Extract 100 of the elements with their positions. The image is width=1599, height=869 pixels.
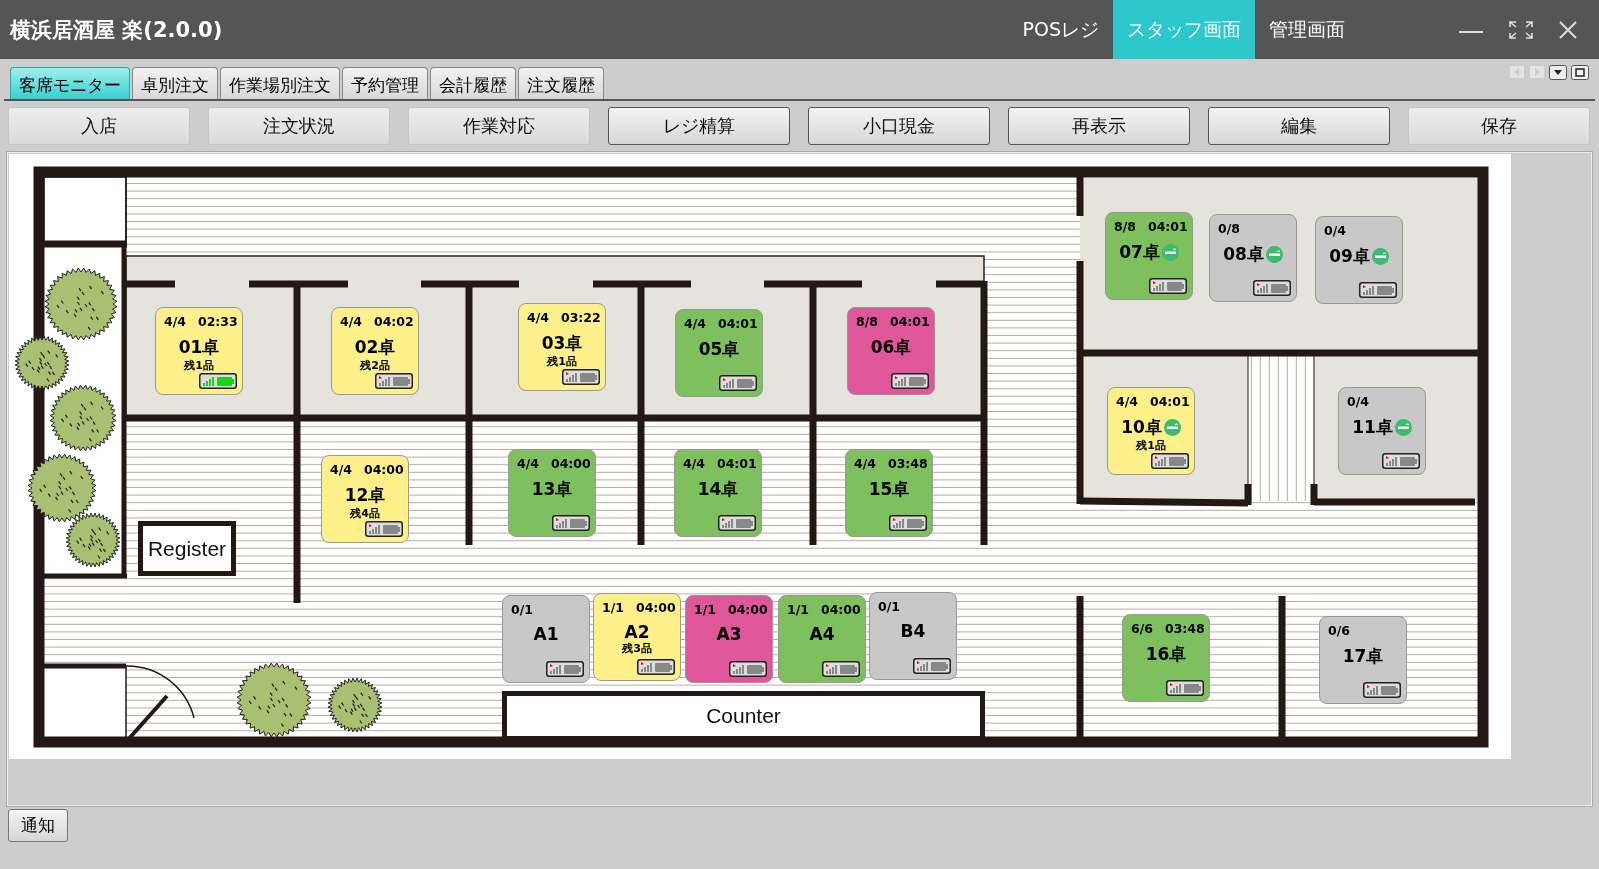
tab[interactable]: 客席モニター xyxy=(10,67,130,99)
table-name: 17卓 xyxy=(1342,645,1384,668)
tab[interactable]: 会計履歴 xyxy=(430,67,516,99)
elapsed-time: 04:00 xyxy=(363,461,404,477)
remaining-items: 残1品 xyxy=(1136,439,1166,453)
table-card[interactable]: 1/1 04:00 A3 xyxy=(685,595,773,683)
guest-count: 0/4 xyxy=(1324,222,1346,238)
table-card[interactable]: 4/4 04:01 10卓 残1品 xyxy=(1107,387,1195,475)
table-name: 16卓 xyxy=(1145,643,1187,666)
elapsed-time: 02:33 xyxy=(197,313,238,329)
tab[interactable]: 予約管理 xyxy=(342,67,428,99)
guest-count: 8/8 xyxy=(856,313,878,329)
nav-tab[interactable]: POSレジ xyxy=(1008,0,1113,59)
table-card[interactable]: 0/6 17卓 xyxy=(1319,616,1407,704)
toolbar-button[interactable]: 編集 xyxy=(1208,107,1390,145)
guest-count: 1/1 xyxy=(787,601,809,617)
table-name: 01卓 xyxy=(178,336,220,359)
table-name: 05卓 xyxy=(698,338,740,361)
guest-count: 0/1 xyxy=(878,598,900,614)
guest-count: 4/4 xyxy=(1116,393,1138,409)
guest-count: 0/8 xyxy=(1218,220,1240,236)
table-name: 12卓 xyxy=(344,484,386,507)
elapsed-time: 03:48 xyxy=(1164,620,1205,636)
toolbar-button[interactable]: レジ精算 xyxy=(608,107,790,145)
elapsed-time: 03:22 xyxy=(560,309,601,325)
elapsed-time: 04:00 xyxy=(727,601,768,617)
tab[interactable]: 作業場別注文 xyxy=(220,67,340,99)
table-name: 10卓 xyxy=(1121,416,1162,439)
table-name: 03卓 xyxy=(541,332,583,355)
register-area: Register xyxy=(138,521,236,576)
table-name: 06卓 xyxy=(870,336,912,359)
table-card[interactable]: 4/4 04:02 02卓 残2品 xyxy=(331,307,419,395)
table-card[interactable]: 0/4 11卓 xyxy=(1338,387,1426,475)
guest-count: 0/6 xyxy=(1328,622,1350,638)
maximize-icon[interactable] xyxy=(1509,20,1533,39)
toolbar-button[interactable]: 再表示 xyxy=(1008,107,1190,145)
elapsed-time: 04:02 xyxy=(373,313,414,329)
guest-count: 4/4 xyxy=(517,455,539,471)
remaining-items: 残1品 xyxy=(184,359,214,373)
table-name: 08卓 xyxy=(1223,243,1264,266)
table-card[interactable]: 6/6 03:48 16卓 xyxy=(1122,614,1210,702)
remaining-items: 残2品 xyxy=(360,359,390,373)
guest-count: 0/1 xyxy=(511,601,533,617)
table-card[interactable]: 4/4 04:01 14卓 xyxy=(674,449,762,537)
guest-count: 4/4 xyxy=(854,455,876,471)
guest-count: 4/4 xyxy=(164,313,186,329)
guest-count: 4/4 xyxy=(330,461,352,477)
table-card[interactable]: 8/8 04:01 06卓 xyxy=(847,307,935,395)
table-name: A2 xyxy=(624,622,650,642)
table-card[interactable]: 0/4 09卓 xyxy=(1315,216,1403,304)
table-name: A4 xyxy=(809,624,835,644)
elapsed-time: 04:01 xyxy=(889,313,930,329)
notification-button[interactable]: 通知 xyxy=(8,809,68,842)
guest-count: 4/4 xyxy=(340,313,362,329)
remaining-items: 残4品 xyxy=(350,507,380,521)
table-card[interactable]: 4/4 02:33 01卓 残1品 xyxy=(155,307,243,395)
table-name: 09卓 xyxy=(1329,245,1370,268)
table-name: 11卓 xyxy=(1352,416,1393,439)
table-name: 02卓 xyxy=(354,336,396,359)
remaining-items: 残3品 xyxy=(622,642,652,656)
table-card[interactable]: 4/4 04:00 12卓 残4品 xyxy=(321,455,409,543)
table-card[interactable]: 4/4 03:22 03卓 残1品 xyxy=(518,303,606,391)
guest-count: 1/1 xyxy=(694,601,716,617)
table-card[interactable]: 0/1 B4 xyxy=(869,592,957,680)
guest-count: 6/6 xyxy=(1131,620,1153,636)
window-icon[interactable] xyxy=(1571,65,1589,80)
window-title: 横浜居酒屋 楽(2.0.0) xyxy=(8,16,224,44)
table-name: B4 xyxy=(900,621,926,641)
remaining-items: 残1品 xyxy=(547,355,577,369)
table-card[interactable]: 0/1 A1 xyxy=(502,595,590,683)
nav-tab[interactable]: 管理画面 xyxy=(1255,0,1359,59)
tab[interactable]: 卓別注文 xyxy=(132,67,218,99)
elapsed-time: 04:01 xyxy=(1147,218,1188,234)
elapsed-time: 04:01 xyxy=(716,455,757,471)
guest-count: 0/4 xyxy=(1347,393,1369,409)
guest-count: 4/4 xyxy=(683,455,705,471)
elapsed-time: 04:00 xyxy=(820,601,861,617)
table-card[interactable]: 4/4 04:01 05卓 xyxy=(675,309,763,397)
elapsed-time: 04:01 xyxy=(1149,393,1190,409)
toolbar-button[interactable]: 小口現金 xyxy=(808,107,990,145)
table-card[interactable]: 1/1 04:00 A2 残3品 xyxy=(593,593,681,681)
guest-count: 8/8 xyxy=(1114,218,1136,234)
elapsed-time: 03:48 xyxy=(887,455,928,471)
guest-count: 1/1 xyxy=(602,599,624,615)
table-name: 07卓 xyxy=(1119,241,1160,264)
elapsed-time: 04:00 xyxy=(550,455,591,471)
close-icon[interactable] xyxy=(1559,20,1577,39)
guest-count: 4/4 xyxy=(684,315,706,331)
tab[interactable]: 注文履歴 xyxy=(518,67,604,99)
guest-count: 4/4 xyxy=(527,309,549,325)
elapsed-time: 04:01 xyxy=(717,315,758,331)
table-card[interactable]: 1/1 04:00 A4 xyxy=(778,595,866,683)
table-card[interactable]: 8/8 04:01 07卓 xyxy=(1105,212,1193,300)
table-card[interactable]: 4/4 04:00 13卓 xyxy=(508,449,596,537)
dropdown-icon[interactable] xyxy=(1549,65,1567,80)
table-name: A3 xyxy=(716,624,742,644)
table-card[interactable]: 0/8 08卓 xyxy=(1209,214,1297,302)
table-name: 15卓 xyxy=(868,478,910,501)
table-name: 13卓 xyxy=(531,478,573,501)
table-card[interactable]: 4/4 03:48 15卓 xyxy=(845,449,933,537)
